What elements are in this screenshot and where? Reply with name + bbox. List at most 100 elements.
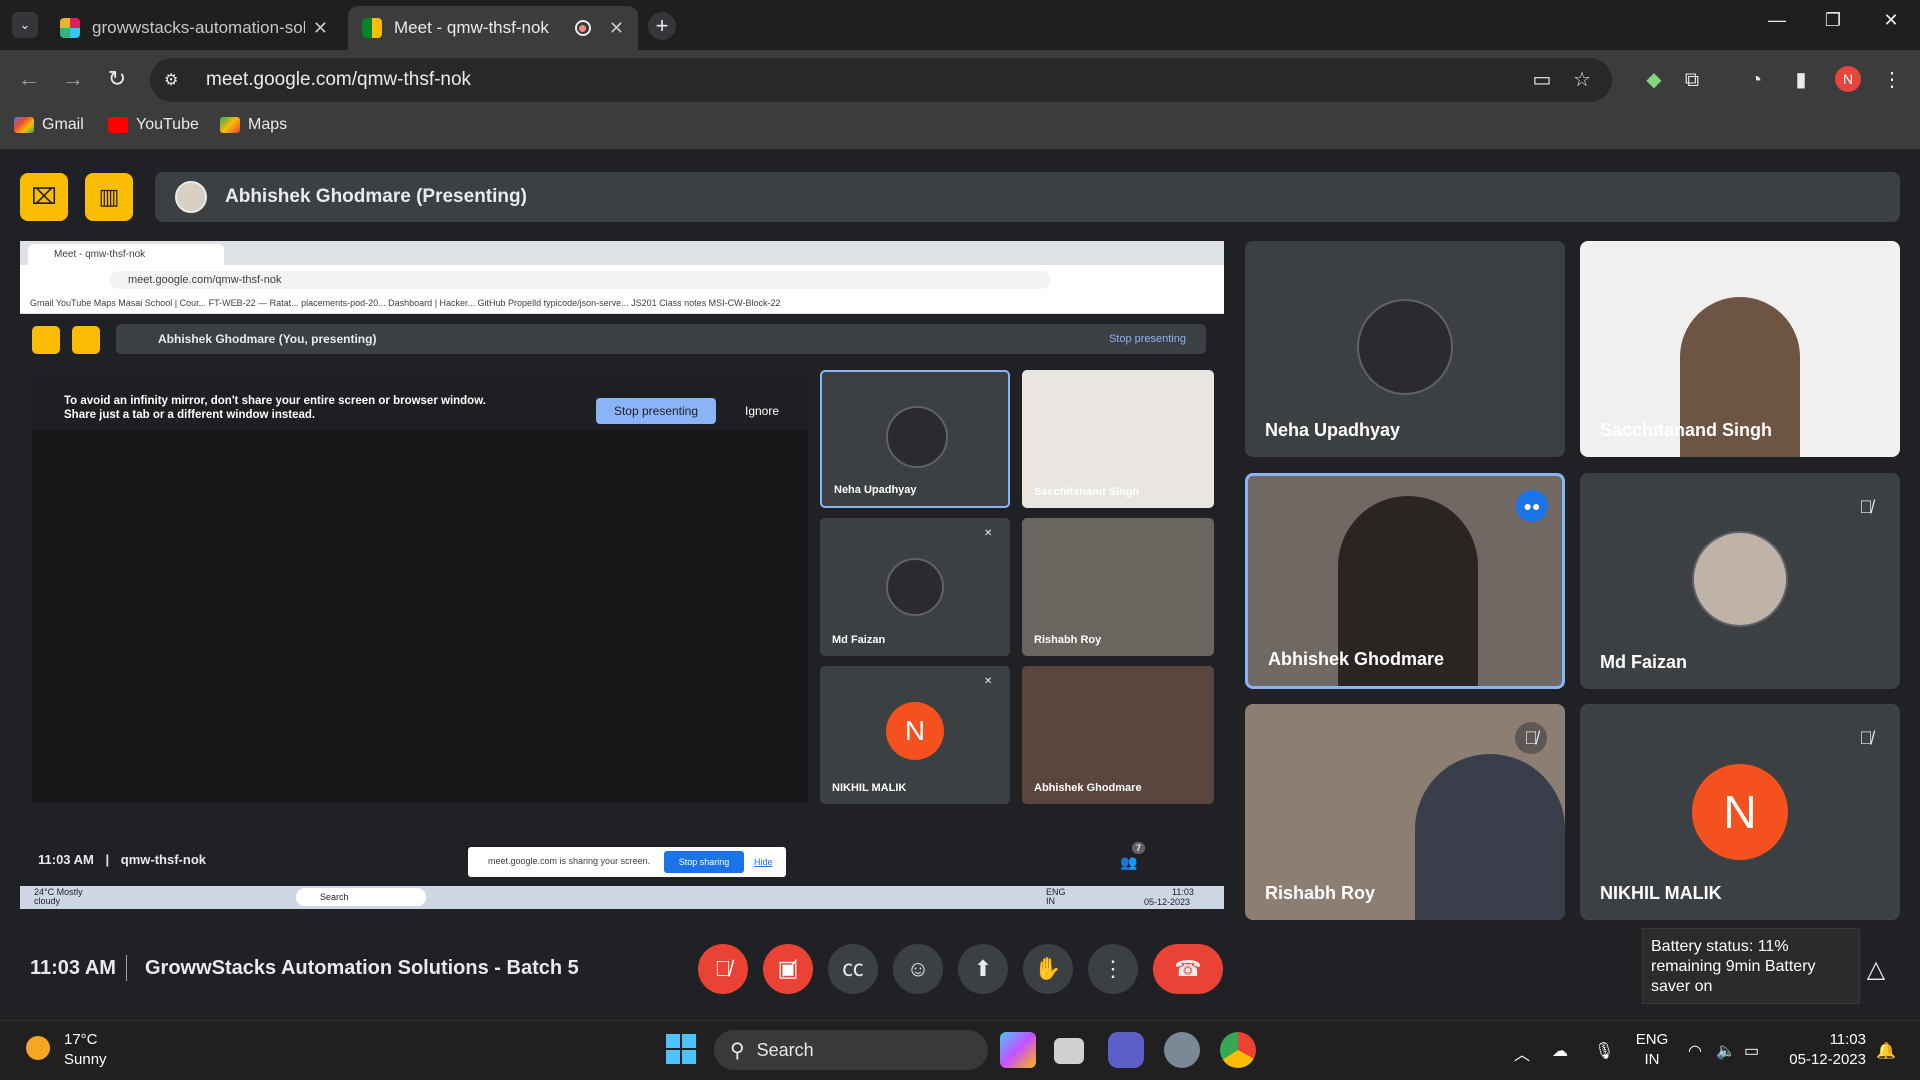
nikhil-initial-avatar: N: [1692, 764, 1788, 860]
speaking-indicator-icon: ●●: [1516, 490, 1548, 522]
shared-clock-date: 05-12-2023: [1144, 897, 1191, 907]
shared-tile-name: Rishabh Roy: [1034, 634, 1102, 646]
shared-weather: 24°C Mostly cloudy: [34, 887, 83, 906]
microphone-tray-icon[interactable]: 🎙: [1594, 1041, 1614, 1061]
close-tab-icon[interactable]: ✕: [313, 18, 328, 39]
participant-tile-abhishek[interactable]: ●● Abhishek Ghodmare: [1245, 473, 1565, 689]
minimize-button[interactable]: —: [1754, 10, 1800, 31]
weather-desc: Sunny: [64, 1051, 107, 1068]
avatar: [1357, 299, 1453, 395]
volume-icon[interactable]: 🔈: [1716, 1041, 1736, 1061]
tab-meet[interactable]: Meet - qmw-thsf-nok ✕: [348, 6, 638, 50]
shared-people-count: 7: [1132, 842, 1146, 854]
windows-start-icon[interactable]: [666, 1034, 696, 1064]
activities-icon[interactable]: △: [1862, 956, 1890, 984]
new-tab-button[interactable]: +: [648, 12, 676, 40]
participant-name: NIKHIL MALIK: [1600, 883, 1722, 903]
side-panel-icon[interactable]: ▮: [1787, 66, 1815, 94]
microphone-off-button[interactable]: 🎙̸: [698, 944, 748, 994]
captions-button[interactable]: ㏄: [828, 944, 878, 994]
browser-menu-icon[interactable]: ⋮: [1878, 66, 1906, 94]
more-options-button[interactable]: ⋮: [1088, 944, 1138, 994]
shared-tile-sacchitanand: Sacchitanand Singh: [1022, 370, 1214, 508]
close-tab-icon[interactable]: ✕: [609, 18, 624, 39]
slack-icon: [60, 18, 80, 38]
participant-name: Rishabh Roy: [1265, 883, 1376, 903]
bookmark-gmail[interactable]: Gmail: [14, 116, 84, 134]
participant-name: Sacchitanand Singh: [1600, 420, 1773, 440]
shared-bookmarks: Gmail YouTube Maps Masai School | Cour..…: [20, 293, 1224, 314]
mirror-ignore-button: Ignore: [744, 404, 780, 418]
close-window-button[interactable]: ✕: [1868, 10, 1914, 31]
mic-off-icon: 🎙̸: [1859, 497, 1873, 517]
profile-avatar[interactable]: N: [1835, 66, 1861, 92]
shared-people-icon: 👥: [1120, 854, 1138, 870]
avatar: [886, 558, 944, 616]
camera-off-button[interactable]: ▣̸: [763, 944, 813, 994]
bookmark-youtube[interactable]: YouTube: [108, 116, 199, 134]
present-screen-button[interactable]: ⬆: [958, 944, 1008, 994]
settings-app-icon[interactable]: [1164, 1032, 1200, 1068]
site-info-icon[interactable]: ⚙: [164, 70, 188, 90]
participant-tile-neha[interactable]: Neha Upadhyay: [1245, 241, 1565, 457]
address-bar[interactable]: ⚙ meet.google.com/qmw-thsf-nok: [150, 58, 1612, 102]
input-language[interactable]: ENG IN: [1634, 1030, 1670, 1070]
participant-name: Neha Upadhyay: [1265, 420, 1401, 440]
shared-time: 11:03 AM: [38, 852, 94, 867]
teams-chat-icon[interactable]: [1108, 1032, 1144, 1068]
presenter-banner: Abhishek Ghodmare (Presenting): [155, 172, 1900, 222]
participant-tile-faizan[interactable]: 🎙̸ Md Faizan: [1580, 473, 1900, 689]
onedrive-icon[interactable]: ☁: [1552, 1041, 1568, 1061]
presenter-avatar: [175, 181, 207, 213]
mic-off-icon: 🎙̸: [1859, 728, 1873, 748]
sharing-banner: meet.google.com is sharing your screen. …: [468, 847, 786, 877]
sharing-banner-text: meet.google.com is sharing your screen.: [488, 856, 651, 866]
participant-tile-rishabh[interactable]: 🎙̸ Rishabh Roy: [1245, 704, 1565, 920]
shared-tile-nikhil: N ✕ NIKHIL MALIK: [820, 666, 1010, 804]
lang-secondary: IN: [1644, 1051, 1660, 1068]
shared-presenting-label: Abhishek Ghodmare (You, presenting): [158, 332, 377, 346]
wifi-icon[interactable]: ◠: [1688, 1041, 1702, 1061]
layout-button[interactable]: ▥: [85, 173, 133, 221]
weather-widget[interactable]: 17°C Sunny: [64, 1030, 107, 1070]
shared-tile-name: Md Faizan: [832, 634, 886, 646]
maps-icon: [220, 117, 240, 133]
gmail-icon: [14, 117, 34, 133]
show-hidden-icons[interactable]: ︿: [1514, 1041, 1530, 1065]
battery-icon[interactable]: ▭: [1744, 1041, 1759, 1061]
back-button[interactable]: ←: [14, 66, 44, 92]
extensions-puzzle-icon[interactable]: ⧉: [1678, 66, 1706, 94]
copilot-app-icon[interactable]: [1000, 1032, 1036, 1068]
participant-tile-sacchitanand[interactable]: Sacchitanand Singh: [1580, 241, 1900, 457]
taskbar-clock[interactable]: 11:03 05-12-2023: [1786, 1030, 1866, 1070]
leave-call-button[interactable]: ☎: [1153, 944, 1223, 994]
tab-search-button[interactable]: ⌄: [12, 12, 38, 38]
task-view-icon[interactable]: [1054, 1038, 1084, 1064]
taskbar-search[interactable]: ⚲ Search: [714, 1030, 988, 1070]
shared-tile-name: Neha Upadhyay: [834, 484, 917, 496]
performance-icon[interactable]: ◔: [1742, 66, 1770, 94]
participant-name: Md Faizan: [1600, 652, 1688, 672]
forward-button[interactable]: →: [58, 66, 88, 92]
chrome-app-icon[interactable]: [1220, 1032, 1256, 1068]
battery-tooltip: Battery status: 11% remaining 9min Batte…: [1642, 928, 1860, 1004]
shared-tile-name: Abhishek Ghodmare: [1034, 782, 1142, 794]
emoji-reactions-button[interactable]: ☺: [893, 944, 943, 994]
reload-button[interactable]: ↻: [102, 66, 132, 92]
shared-taskbar: 24°C Mostly cloudy Search ENG IN 11:03 0…: [20, 886, 1224, 909]
weather-sun-icon[interactable]: [26, 1036, 50, 1060]
tab-growwstacks[interactable]: growwstacks-automation-solu ✕: [46, 6, 342, 50]
raise-hand-button[interactable]: ✋: [1023, 944, 1073, 994]
participant-video: [1415, 754, 1565, 920]
extension-icon[interactable]: ◆: [1640, 66, 1668, 94]
mic-off-icon: 🎙̸: [1515, 722, 1547, 754]
bookmark-label: Gmail: [42, 116, 84, 133]
bookmark-maps[interactable]: Maps: [220, 116, 287, 134]
participant-tile-nikhil[interactable]: N 🎙̸ NIKHIL MALIK: [1580, 704, 1900, 920]
unpin-presentation-button[interactable]: ⌧: [20, 173, 68, 221]
restore-button[interactable]: ❐: [1810, 10, 1856, 31]
camera-icon[interactable]: ▭: [1528, 66, 1556, 94]
notification-bell-icon[interactable]: 🔔: [1876, 1041, 1896, 1061]
shared-tile-name: Sacchitanand Singh: [1034, 486, 1140, 498]
bookmark-star-icon[interactable]: ☆: [1568, 66, 1596, 94]
